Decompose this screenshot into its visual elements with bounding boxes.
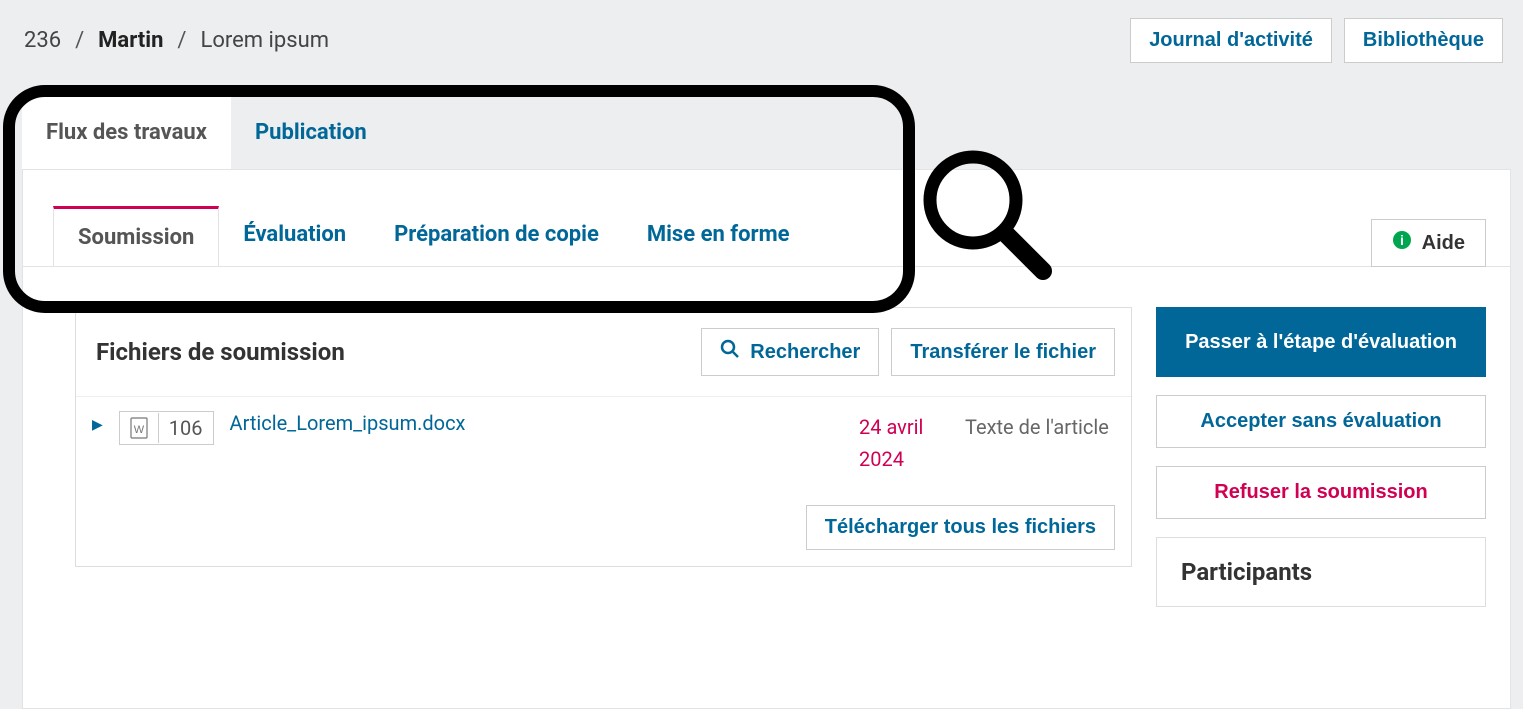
decline-submission-button[interactable]: Refuser la soumission (1156, 466, 1486, 519)
right-column: Passer à l'étape d'évaluation Accepter s… (1156, 307, 1486, 607)
search-icon (720, 339, 740, 365)
info-icon: i (1392, 230, 1412, 256)
files-footer: Télécharger tous les fichiers (76, 489, 1131, 566)
top-actions: Journal d'activité Bibliothèque (1130, 18, 1503, 63)
tab-copyediting[interactable]: Préparation de copie (370, 206, 623, 266)
expand-triangle-icon[interactable]: ▶ (92, 417, 103, 433)
help-button[interactable]: i Aide (1371, 219, 1486, 267)
file-name-link[interactable]: Article_Lorem_ipsum.docx (230, 411, 843, 435)
outer-tab-row: Flux des travaux Publication (0, 93, 1523, 169)
accept-skip-review-button[interactable]: Accepter sans évaluation (1156, 395, 1486, 448)
tab-production[interactable]: Mise en forme (623, 206, 814, 266)
submission-files-box: Fichiers de soumission Rechercher Transf… (75, 307, 1132, 567)
breadcrumb-separator: / (75, 28, 84, 53)
help-label: Aide (1422, 232, 1465, 255)
breadcrumb-author[interactable]: Martin (98, 28, 163, 53)
breadcrumb: 236 / Martin / Lorem ipsum (24, 28, 329, 53)
breadcrumb-separator: / (177, 28, 186, 53)
files-header: Fichiers de soumission Rechercher Transf… (76, 308, 1131, 397)
file-id: 106 (159, 412, 213, 444)
tab-publication[interactable]: Publication (231, 96, 391, 169)
breadcrumb-id[interactable]: 236 (24, 28, 61, 53)
search-files-button[interactable]: Rechercher (701, 328, 879, 376)
files-title: Fichiers de soumission (96, 338, 345, 366)
upload-file-button[interactable]: Transférer le fichier (891, 328, 1115, 376)
file-row: ▶ W 106 Article_Lorem_ipsum.docx 24 avri… (76, 397, 1131, 489)
word-doc-icon: W (120, 413, 159, 443)
file-badge: W 106 (119, 411, 214, 445)
tab-submission[interactable]: Soumission (53, 206, 219, 266)
inner-tab-row: Soumission Évaluation Préparation de cop… (23, 206, 814, 266)
left-column: Fichiers de soumission Rechercher Transf… (75, 307, 1132, 607)
participants-box: Participants (1156, 537, 1486, 607)
tab-workflow[interactable]: Flux des travaux (22, 93, 231, 169)
breadcrumb-title[interactable]: Lorem ipsum (200, 28, 329, 53)
svg-text:i: i (1400, 232, 1404, 248)
participants-title: Participants (1181, 558, 1312, 586)
tab-evaluation[interactable]: Évaluation (219, 206, 370, 266)
content-area: Fichiers de soumission Rechercher Transf… (23, 267, 1510, 607)
inner-tab-row-wrapper: Soumission Évaluation Préparation de cop… (23, 206, 1510, 267)
workflow-panel: Soumission Évaluation Préparation de cop… (22, 169, 1511, 709)
send-to-review-button[interactable]: Passer à l'étape d'évaluation (1156, 307, 1486, 377)
top-bar: 236 / Martin / Lorem ipsum Journal d'act… (0, 0, 1523, 93)
file-type: Texte de l'article (965, 411, 1115, 443)
activity-log-button[interactable]: Journal d'activité (1130, 18, 1332, 63)
svg-text:W: W (134, 424, 145, 436)
search-files-label: Rechercher (750, 341, 860, 364)
library-button[interactable]: Bibliothèque (1344, 18, 1503, 63)
download-all-button[interactable]: Télécharger tous les fichiers (806, 505, 1115, 550)
file-date: 24 avril 2024 (859, 411, 949, 475)
files-header-buttons: Rechercher Transférer le fichier (701, 328, 1115, 376)
